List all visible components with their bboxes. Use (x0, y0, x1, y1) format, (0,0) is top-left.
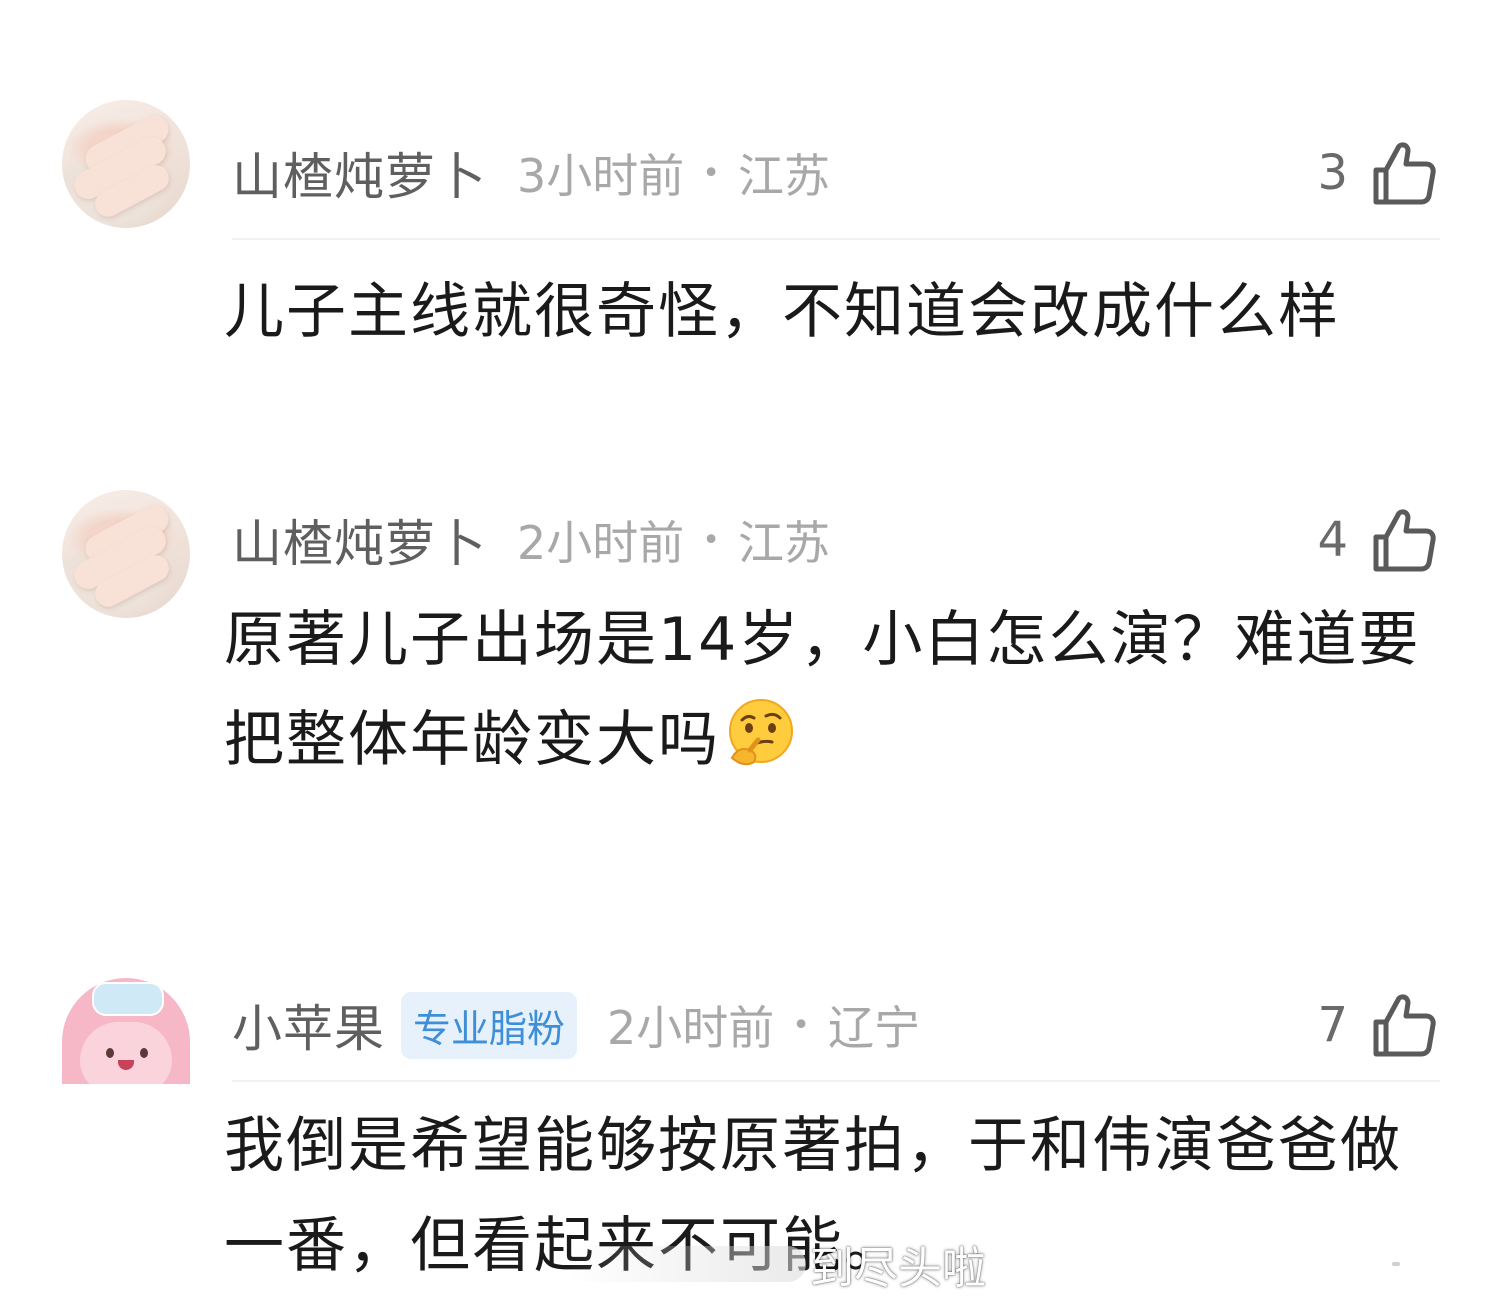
comment-region: 辽宁 (828, 1001, 920, 1055)
fan-badge[interactable]: 专业脂粉 (401, 991, 578, 1059)
comment-region: 江苏 (737, 516, 830, 570)
comment-meta: 小苹果 专业脂粉 2小时前 • 辽宁 (232, 990, 920, 1060)
thumbs-up-icon[interactable] (1370, 992, 1436, 1058)
pig-face (80, 1022, 172, 1084)
thumbs-up-icon[interactable] (1370, 140, 1436, 206)
comment-text-content: 原著儿子出场是14岁，小白怎么演？难道要把整体年龄变大吗 (224, 605, 1421, 775)
username[interactable]: 山楂炖萝卜 (232, 504, 487, 576)
username[interactable]: 小苹果 (232, 989, 385, 1061)
meta-separator: • (702, 155, 720, 191)
like-count: 3 (1317, 145, 1348, 201)
bow-decoration (92, 982, 164, 1016)
like-button[interactable]: 4 (1317, 505, 1436, 575)
watermark-logo (566, 1246, 806, 1282)
watermark-text: 到尽头啦 (810, 1243, 986, 1294)
comment-time: 2小时前 (607, 1001, 775, 1055)
end-of-list-watermark: 到尽头啦 (566, 1232, 986, 1296)
like-count: 7 (1317, 997, 1348, 1053)
like-count: 4 (1317, 512, 1348, 568)
avatar[interactable] (62, 100, 190, 228)
scroll-indicator (1392, 1262, 1400, 1266)
divider (232, 238, 1440, 240)
like-button[interactable]: 3 (1317, 138, 1436, 208)
comment-meta: 山楂炖萝卜 2小时前 • 江苏 (232, 505, 830, 575)
meta-separator: • (702, 522, 720, 558)
thinking-face-emoji (724, 696, 798, 770)
comment-time: 2小时前 (517, 516, 685, 570)
like-button[interactable]: 7 (1317, 990, 1436, 1060)
divider (232, 1080, 1440, 1082)
meta-separator: • (792, 1007, 810, 1043)
thumbs-up-icon[interactable] (1370, 507, 1436, 573)
avatar[interactable] (62, 978, 190, 1084)
comment-time: 3小时前 (517, 149, 685, 203)
username[interactable]: 山楂炖萝卜 (232, 137, 487, 209)
comment-region: 江苏 (737, 149, 830, 203)
comment-text: 原著儿子出场是14岁，小白怎么演？难道要把整体年龄变大吗 (224, 590, 1454, 790)
comment-text: 儿子主线就很奇怪，不知道会改成什么样 (224, 277, 1340, 347)
avatar[interactable] (62, 490, 190, 618)
comment-meta: 山楂炖萝卜 3小时前 • 江苏 (232, 138, 830, 208)
